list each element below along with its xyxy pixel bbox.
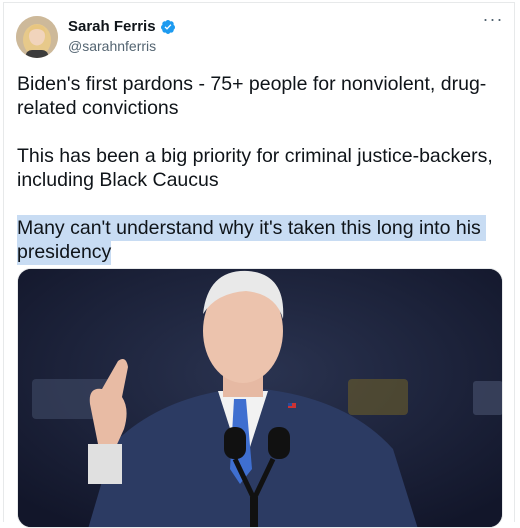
more-options-button[interactable]: ··· bbox=[478, 10, 508, 32]
tweet-paragraph: Biden's first pardons - 75+ people for n… bbox=[17, 73, 487, 119]
author-row: Sarah Ferris bbox=[68, 18, 176, 35]
author-handle[interactable]: @sarahnferris bbox=[68, 38, 156, 54]
verified-badge-icon bbox=[160, 19, 175, 34]
highlighted-tweet-paragraph: Many can't understand why it's taken thi… bbox=[17, 215, 487, 265]
photo-of-speaker-at-podium-icon bbox=[18, 269, 502, 527]
author-name[interactable]: Sarah Ferris bbox=[68, 18, 156, 35]
profile-photo-icon bbox=[16, 16, 58, 58]
tweet-media-photo[interactable] bbox=[17, 268, 503, 528]
tweet-paragraph: This has been a big priority for crimina… bbox=[17, 145, 499, 191]
avatar[interactable] bbox=[16, 16, 58, 58]
tweet-text: Biden's first pardons - 75+ people for n… bbox=[17, 72, 499, 265]
